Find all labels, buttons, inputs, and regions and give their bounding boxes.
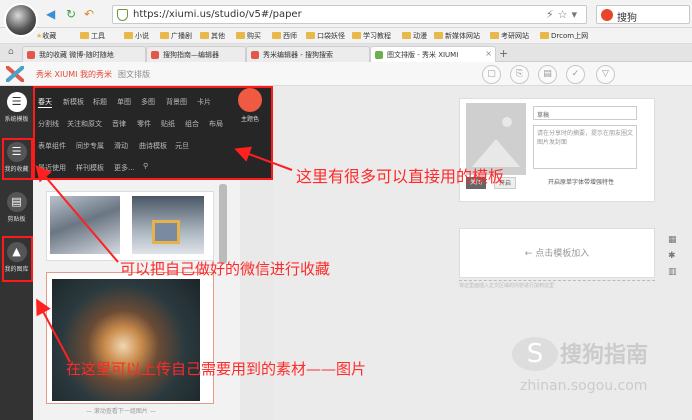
arrow-templates [234,146,293,171]
arrow-favorites [35,164,119,263]
arrow-gallery [36,298,71,363]
watermark-brand: 搜狗指南 [560,343,649,368]
annotation-gallery: 在这里可以上传自己需要用到的素材——图片 [66,360,367,378]
watermark-url: zhinan.sogou.com [520,378,648,394]
annotation-templates: 这里有很多可以直接用的模板 [296,167,505,186]
annotation-favorites: 可以把自己做好的微信进行收藏 [120,260,331,278]
avatar [4,3,38,37]
sogou-watermark-icon: S [512,337,558,371]
